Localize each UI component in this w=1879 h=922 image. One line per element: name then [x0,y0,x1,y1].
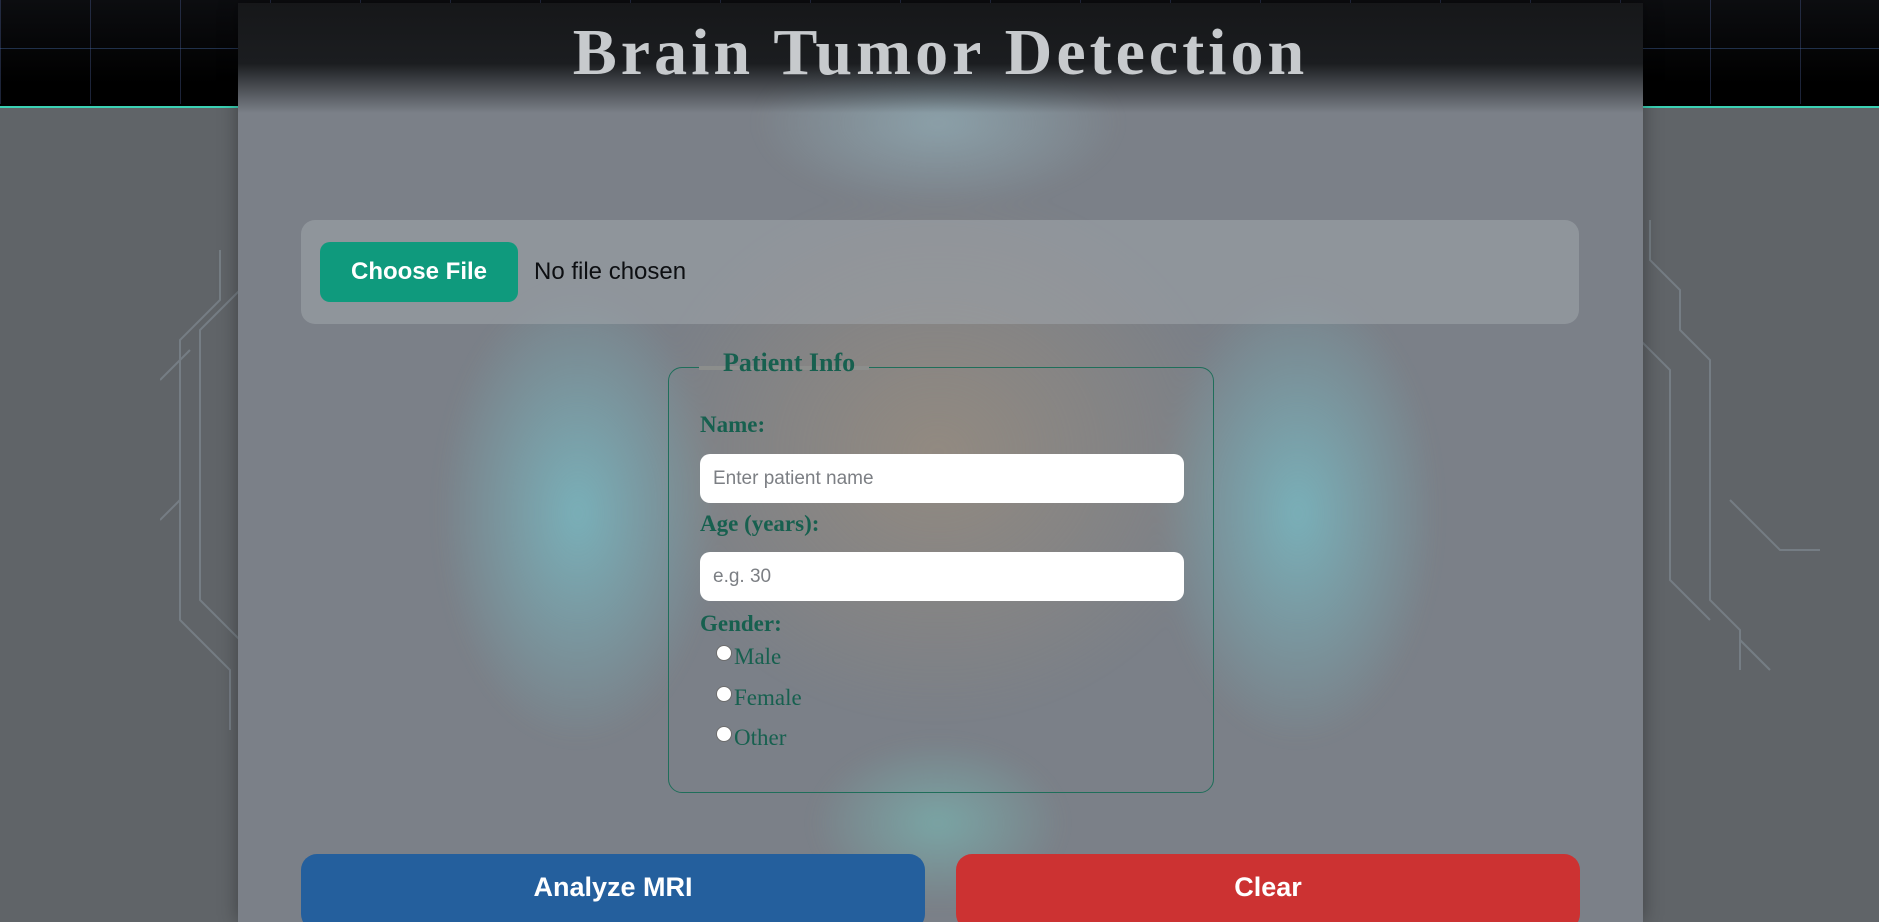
gender-option-other[interactable]: Other [716,725,786,751]
male-label: Male [734,644,782,669]
age-input[interactable] [700,552,1184,601]
patient-info-fieldset: Patient Info Name: Age (years): Gender: … [668,348,1214,793]
header-bar: Brain Tumor Detection [238,3,1643,113]
gender-option-female[interactable]: Female [716,685,802,711]
gender-label: Gender: [700,611,782,636]
circuit-decoration-right [1640,220,1820,671]
female-label: Female [734,685,802,710]
other-radio[interactable] [716,726,732,742]
male-radio[interactable] [716,645,732,661]
clear-button[interactable]: Clear [956,854,1580,922]
name-input[interactable] [700,454,1184,503]
female-radio[interactable] [716,686,732,702]
name-label: Name: [700,412,766,437]
file-upload-area: Choose File No file chosen [301,220,1579,324]
choose-file-button[interactable]: Choose File [320,242,518,302]
analyze-mri-button[interactable]: Analyze MRI [301,854,925,922]
patient-info-legend: Patient Info [723,348,856,377]
page-title: Brain Tumor Detection [572,16,1309,89]
file-status-text: No file chosen [534,258,687,285]
main-panel: Brain Tumor Detection Choose File No fil… [238,3,1643,922]
gender-option-male[interactable]: Male [716,644,781,670]
other-label: Other [734,725,787,750]
age-label: Age (years): [700,511,820,536]
